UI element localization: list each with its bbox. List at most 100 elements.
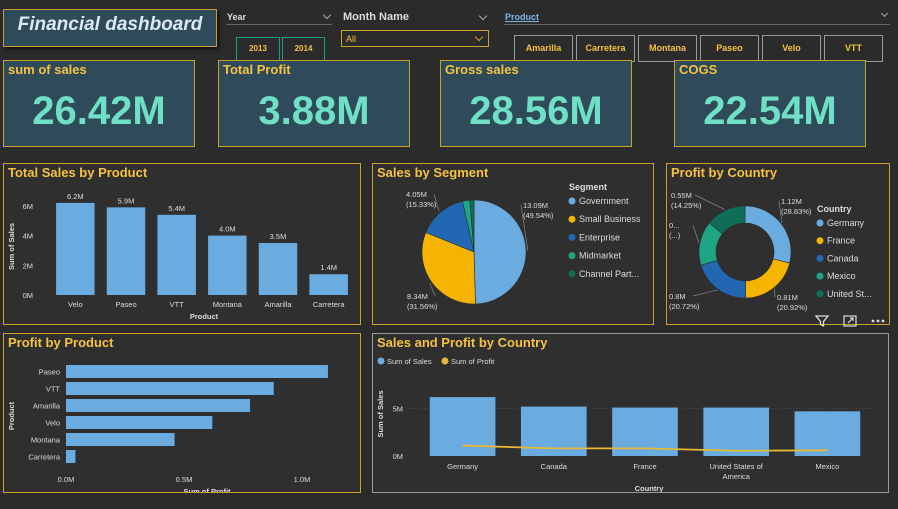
x-tick-label: Mexico <box>816 462 840 471</box>
product-option-amarilla[interactable]: Amarilla <box>514 35 573 62</box>
data-label: 13.09M (49.54%) <box>523 201 554 220</box>
legend-marker <box>568 215 576 223</box>
product-option-vtt[interactable]: VTT <box>824 35 883 62</box>
y-tick-label: Amarilla <box>33 402 61 411</box>
more-options-icon[interactable] <box>870 313 886 329</box>
x-tick-label: France <box>633 462 656 471</box>
page-title: Financial dashboard <box>17 14 203 35</box>
legend-label: Channel Part... <box>579 269 639 279</box>
kpi-value: 26.42M <box>32 89 166 133</box>
legend-marker <box>568 233 576 241</box>
bar <box>56 202 95 295</box>
y-tick-label: Carretera <box>28 453 61 462</box>
y-tick-label: 0M <box>393 452 403 461</box>
sales-by-segment-chart: 13.09M (49.54%) 8.34M (31.56%) 4.05M (15.33%)… <box>406 182 641 311</box>
sales-profit-by-country-chart: Sum of Sales Sum of Profit 0M 5M Germany Cana… <box>376 357 873 492</box>
x-tick-label: Paseo <box>115 300 136 309</box>
legend-marker <box>816 254 824 262</box>
data-label: 6.2M <box>67 192 84 201</box>
bar <box>309 274 348 295</box>
pie-slice <box>473 199 527 305</box>
bar <box>703 407 770 456</box>
x-tick-label: Canada <box>541 462 568 471</box>
x-tick-label: Montana <box>213 300 243 309</box>
legend-marker <box>568 270 576 278</box>
leader-line <box>692 224 700 244</box>
x-tick-label: 1.0M <box>294 475 311 484</box>
kpi-card-cogs: COGS 22.54M <box>674 60 866 147</box>
product-option-velo[interactable]: Velo <box>762 35 821 62</box>
legend-marker <box>568 197 576 205</box>
legend-label: Sum of Sales <box>387 357 432 366</box>
sales-by-product-panel[interactable]: Total Sales by Product 0M 2M 4M 6M 6.2M Velo 5… <box>3 163 361 325</box>
product-option-carretera[interactable]: Carretera <box>576 35 635 62</box>
chevron-down-icon[interactable] <box>478 11 488 21</box>
bar <box>66 416 213 429</box>
kpi-card-gross-sales: Gross sales 28.56M <box>440 60 632 147</box>
kpi-value: 22.54M <box>703 89 837 133</box>
bar <box>66 433 175 446</box>
sales-profit-by-country-panel[interactable]: Sales and Profit by Country Sum of Sales… <box>372 333 889 493</box>
profit-by-country-chart: 1.12M (28.83%) 0.81M (20.92%) 0.8M (20.72%) 0.… <box>669 191 872 312</box>
y-axis-title: Product <box>7 401 16 430</box>
legend-label: Canada <box>827 253 859 263</box>
legend-label: Mexico <box>827 271 856 281</box>
product-slicer-label: Product <box>505 12 540 22</box>
x-axis-title: Country <box>635 484 665 492</box>
data-label: 8.34M (31.56%) <box>407 292 438 311</box>
data-label: 0.55M (14.25%) <box>671 191 702 210</box>
year-option-2014[interactable]: 2014 <box>282 37 325 61</box>
focus-mode-icon[interactable] <box>842 313 858 329</box>
product-option-paseo[interactable]: Paseo <box>700 35 759 62</box>
y-tick-label: Paseo <box>39 368 60 377</box>
kpi-card-sales: sum of sales 26.42M <box>3 60 195 147</box>
kpi-label: Total Profit <box>223 62 291 77</box>
y-tick-label: 0M <box>23 291 33 300</box>
chevron-down-icon <box>474 32 484 42</box>
sales-by-segment-panel[interactable]: Sales by Segment 13.09M (49.54%) 8.34M (31.… <box>372 163 654 325</box>
legend-marker <box>816 290 824 298</box>
kpi-label: Gross sales <box>445 62 519 77</box>
data-label: 4.0M <box>219 225 236 234</box>
data-label: 0.81M (20.92%) <box>777 293 808 312</box>
bar <box>208 235 247 295</box>
profit-by-product-panel[interactable]: Profit by Product Paseo VTT Amarilla Velo Mo… <box>3 333 361 493</box>
month-dropdown[interactable]: All <box>341 30 489 47</box>
data-label: 1.4M <box>320 263 337 272</box>
data-label: 1.12M (28.83%) <box>781 197 812 216</box>
month-dropdown-value: All <box>346 34 357 44</box>
data-label: 0... (...) <box>669 221 681 240</box>
year-option-2013[interactable]: 2013 <box>236 37 280 61</box>
kpi-card-profit: Total Profit 3.88M <box>218 60 410 147</box>
bar <box>258 243 298 295</box>
profit-by-country-panel[interactable]: Profit by Country 1.12M (28.83%) 0.81M (20.… <box>666 163 890 325</box>
month-slicer: Month Name All <box>340 10 492 50</box>
product-option-montana[interactable]: Montana <box>638 35 697 62</box>
y-tick-label: 4M <box>23 232 33 241</box>
data-label: 4.05M (15.33%) <box>406 190 437 209</box>
x-tick-label: Germany <box>447 462 478 471</box>
chevron-down-icon[interactable] <box>322 10 332 20</box>
kpi-label: COGS <box>679 62 718 77</box>
year-slicer: Year 2013 2014 <box>224 10 334 61</box>
y-tick-label: 2M <box>23 261 33 270</box>
legend-label: United St... <box>827 289 872 299</box>
sales-by-product-chart: 0M 2M 4M 6M 6.2M Velo 5.9M Paseo 5.4M VTT 4.0M Mont… <box>7 192 348 321</box>
legend-label: Small Business <box>579 214 641 224</box>
data-label: 0.8M (20.72%) <box>669 292 700 311</box>
x-axis-title: Sum of Profit <box>183 487 231 492</box>
bar <box>66 399 251 412</box>
product-slicer: Product Amarilla Carretera Montana Paseo… <box>502 9 894 62</box>
legend-marker <box>816 237 824 245</box>
legend-label: Sum of Profit <box>451 357 495 366</box>
data-label: 5.4M <box>168 204 185 213</box>
data-label: 5.9M <box>118 196 135 205</box>
bar <box>794 411 861 456</box>
leader-line <box>773 288 776 298</box>
chevron-down-icon[interactable] <box>880 9 889 18</box>
filter-icon[interactable] <box>814 313 830 329</box>
y-axis-title: Sum of Sales <box>376 390 385 437</box>
legend-label: Germany <box>827 218 865 228</box>
legend-marker <box>568 252 576 260</box>
x-tick-label: 0.5M <box>176 475 193 484</box>
